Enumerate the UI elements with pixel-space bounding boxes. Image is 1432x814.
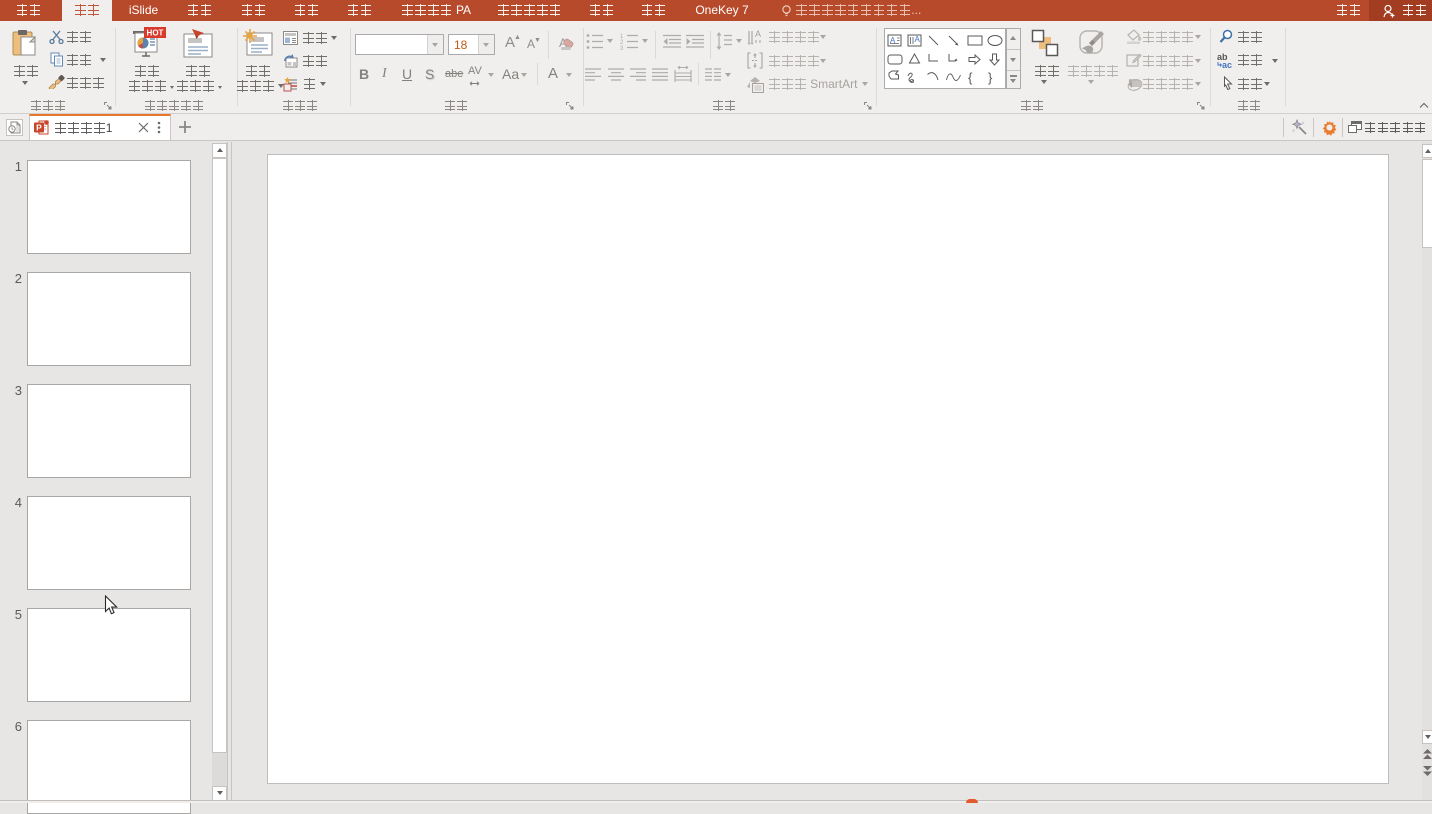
svg-text:ac: ac	[1222, 60, 1232, 69]
svg-text:P: P	[36, 123, 42, 133]
svg-text:{: {	[968, 70, 973, 85]
svg-text:A: A	[915, 35, 921, 44]
svg-text:A: A	[755, 29, 761, 39]
svg-text:3: 3	[620, 46, 624, 51]
svg-text:}: }	[988, 70, 993, 85]
svg-text:HOT: HOT	[147, 29, 164, 38]
